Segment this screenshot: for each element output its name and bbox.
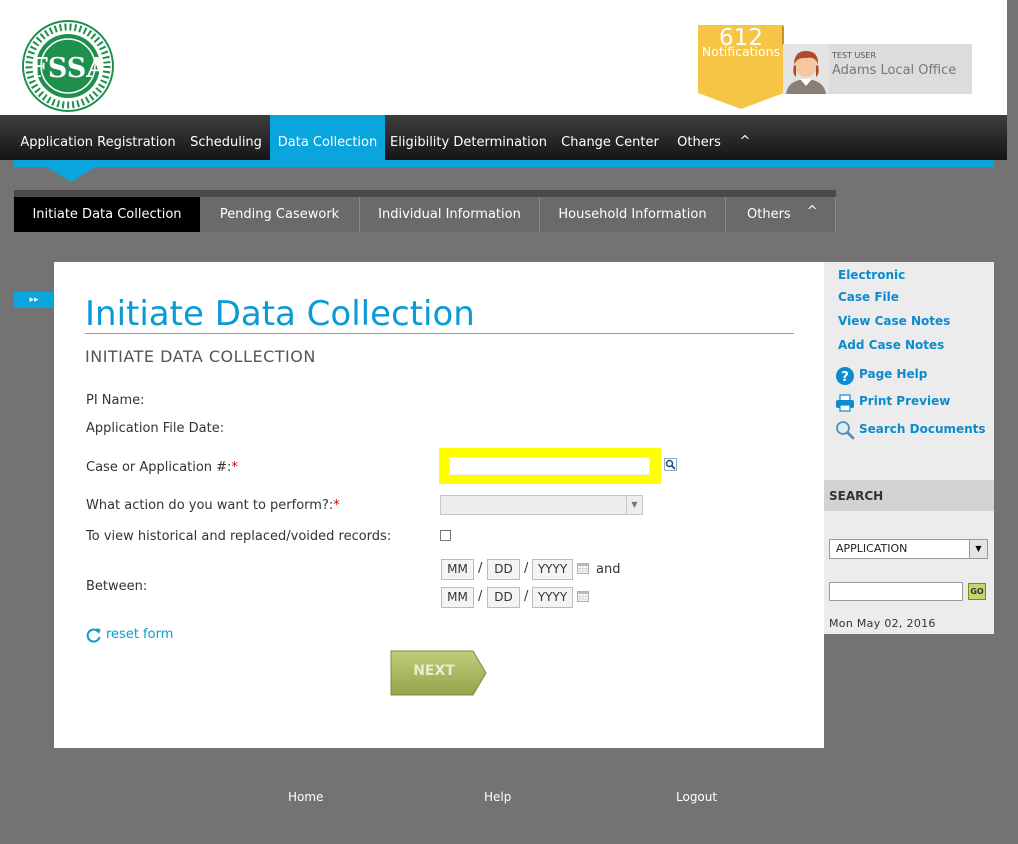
date-separator: / — [524, 561, 529, 576]
action-select[interactable] — [440, 495, 643, 515]
electronic-case-file-link[interactable]: Electronic — [838, 268, 905, 282]
between-label: Between: — [86, 579, 148, 594]
subnav-pending-casework[interactable]: Pending Casework — [200, 197, 360, 232]
action-label: What action do you want to perform?:* — [86, 498, 340, 513]
avatar — [783, 44, 829, 94]
subnav-caret-icon: ^ — [806, 204, 818, 219]
nav-change-center[interactable]: Change Center — [552, 115, 668, 160]
date-and-label: and — [596, 562, 621, 577]
help-icon[interactable]: ? — [835, 366, 855, 386]
from-month-input[interactable]: MM — [441, 559, 474, 580]
footer-home-link[interactable]: Home — [288, 790, 323, 804]
next-button-label[interactable]: NEXT — [392, 663, 476, 679]
print-icon[interactable] — [835, 393, 855, 413]
nav-pointer — [45, 166, 97, 182]
reset-form-link[interactable]: reset form — [106, 627, 173, 642]
nav-application-registration[interactable]: Application Registration — [14, 115, 182, 160]
search-go-button[interactable]: GO — [968, 583, 986, 600]
add-case-notes-link[interactable]: Add Case Notes — [838, 338, 944, 352]
date-separator: / — [478, 561, 483, 576]
notifications-label[interactable]: Notifications — [698, 44, 784, 59]
footer-logout-link[interactable]: Logout — [676, 790, 717, 804]
nav-data-collection[interactable]: Data Collection — [270, 115, 385, 160]
side-panel-toggle[interactable]: ▸▸ — [14, 292, 54, 308]
case-number-input[interactable] — [449, 457, 650, 475]
date-separator: / — [524, 589, 529, 604]
print-preview-link[interactable]: Print Preview — [859, 394, 950, 408]
user-role: TEST USER — [832, 51, 876, 60]
subnav-others[interactable]: Others ^ — [726, 197, 836, 232]
nav-underline — [14, 160, 994, 167]
search-type-select[interactable]: APPLICATION — [829, 539, 988, 559]
view-case-notes-link[interactable]: View Case Notes — [838, 314, 950, 328]
search-input[interactable] — [829, 582, 963, 601]
case-number-label-text: Case or Application #: — [86, 460, 232, 475]
search-title: SEARCH — [829, 489, 884, 503]
to-day-input[interactable]: DD — [487, 587, 520, 608]
electronic-case-file-link-2[interactable]: Case File — [838, 290, 899, 304]
title-divider — [85, 333, 794, 334]
nav-eligibility-determination[interactable]: Eligibility Determination — [385, 115, 552, 160]
search-icon[interactable] — [664, 458, 677, 471]
subnav-individual-information[interactable]: Individual Information — [360, 197, 540, 232]
subnav-household-information[interactable]: Household Information — [540, 197, 726, 232]
subnav-initiate-data-collection[interactable]: Initiate Data Collection — [14, 197, 200, 232]
historical-label: To view historical and replaced/voided r… — [86, 529, 392, 544]
fssa-logo[interactable]: FSSA — [22, 20, 114, 112]
footer-help-link[interactable]: Help — [484, 790, 511, 804]
user-office: Adams Local Office — [832, 63, 957, 78]
page-help-link[interactable]: Page Help — [859, 367, 927, 381]
search-documents-link[interactable]: Search Documents — [859, 422, 986, 436]
required-marker: * — [333, 498, 340, 513]
calendar-icon[interactable] — [577, 563, 589, 574]
pi-name-label: PI Name: — [86, 393, 145, 408]
nav-caret-icon[interactable]: ^ — [734, 115, 756, 160]
svg-text:?: ? — [841, 370, 849, 385]
chevron-down-icon[interactable]: ▼ — [969, 540, 987, 558]
chevron-down-icon[interactable]: ▼ — [626, 496, 642, 514]
nav-others[interactable]: Others — [668, 115, 730, 160]
nav-scheduling[interactable]: Scheduling — [182, 115, 270, 160]
app-file-date-label: Application File Date: — [86, 421, 225, 436]
page-title: Initiate Data Collection — [85, 294, 475, 334]
section-title: INITIATE DATA COLLECTION — [85, 347, 316, 366]
to-month-input[interactable]: MM — [441, 587, 474, 608]
case-number-label: Case or Application #:* — [86, 460, 238, 475]
required-marker: * — [231, 460, 238, 475]
magnifier-icon[interactable] — [835, 420, 855, 440]
to-year-input[interactable]: YYYY — [532, 587, 573, 608]
historical-records-checkbox[interactable] — [440, 530, 451, 541]
date-separator: / — [478, 589, 483, 604]
calendar-icon[interactable] — [577, 591, 589, 602]
current-date: Mon May 02, 2016 — [829, 617, 936, 630]
from-day-input[interactable]: DD — [487, 559, 520, 580]
action-label-text: What action do you want to perform?: — [86, 498, 334, 513]
subnav-others-label: Others — [747, 207, 791, 222]
svg-text:FSSA: FSSA — [29, 53, 109, 84]
refresh-icon[interactable] — [86, 627, 102, 643]
from-year-input[interactable]: YYYY — [532, 559, 573, 580]
